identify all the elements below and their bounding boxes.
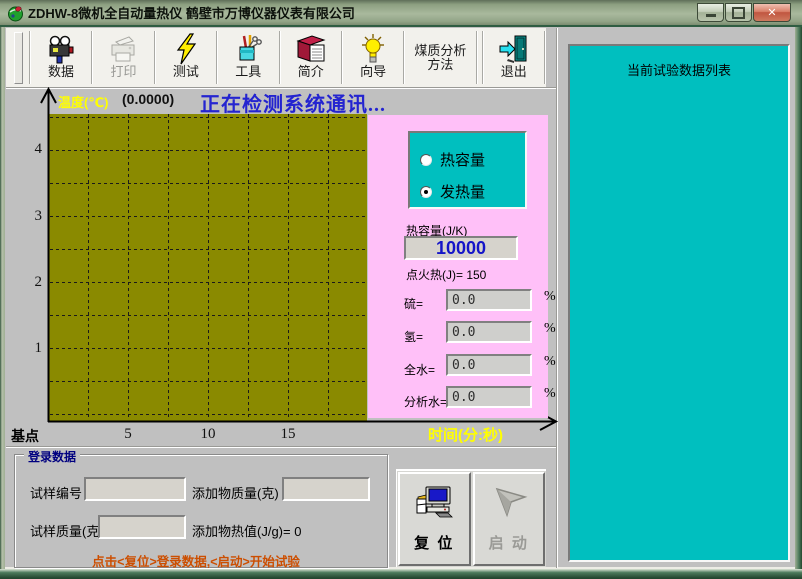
toolbar-label-exit: 退出 <box>501 65 527 79</box>
radio-calorific-value[interactable]: 发热量 <box>420 181 485 202</box>
bulb-icon <box>357 32 389 65</box>
x-tick-10: 10 <box>197 426 219 443</box>
right-panel: 当前试验数据列表 <box>559 28 795 567</box>
sample-id-label: 试样编号 <box>30 483 82 502</box>
reset-button[interactable]: 复 位 <box>398 472 471 566</box>
sulfur-unit: % <box>544 289 556 305</box>
additive-mass-input[interactable] <box>282 477 370 501</box>
sulfur-label: 硫= <box>404 295 423 312</box>
toolbar-label-test: 测试 <box>173 65 199 79</box>
toolbar-label-print: 打印 <box>110 65 136 79</box>
hydrogen-input[interactable] <box>446 321 532 343</box>
y-tick-1: 1 <box>16 340 42 357</box>
heat-capacity-input[interactable] <box>404 236 518 260</box>
camera-icon <box>45 32 77 65</box>
toolbar-button-data[interactable]: 数据 <box>31 28 91 87</box>
start-arrow-icon <box>489 485 529 526</box>
title-bar: ZDHW-8微机全自动量热仪 鹤壁市万博仪器仪表有限公司 <box>0 0 802 27</box>
window-border-right <box>795 27 802 569</box>
sample-mass-label: 试样质量(克) <box>30 521 104 540</box>
operation-hint: 点击<复位>登录数据,<启动>开始试验 <box>40 551 352 570</box>
start-button[interactable]: 启 动 <box>473 472 546 566</box>
minimize-icon <box>706 14 716 17</box>
login-group-title: 登录数据 <box>24 448 80 465</box>
maximize-icon <box>732 7 745 19</box>
notebook-icon <box>295 32 327 65</box>
close-icon: ✕ <box>767 6 776 19</box>
toolbar-button-tools[interactable]: 工具 <box>218 28 278 87</box>
hydrogen-unit: % <box>544 321 556 337</box>
toolbar-label-wizard: 向导 <box>360 65 386 79</box>
current-test-data-list[interactable]: 当前试验数据列表 <box>568 44 790 562</box>
y-tick-4: 4 <box>16 141 42 158</box>
radio-selected-icon[interactable] <box>420 186 432 198</box>
ignition-heat-text: 点火热(J)= 150 <box>406 266 486 283</box>
action-button-panel: 复 位 启 动 <box>396 469 546 567</box>
analysis-moisture-unit: % <box>544 386 556 402</box>
toolbar-label-intro: 简介 <box>298 65 324 79</box>
toolbar-button-coal-method[interactable]: 煤质分析方法 <box>405 28 475 87</box>
app-icon <box>7 5 24 22</box>
toolbar-button-wizard[interactable]: 向导 <box>343 28 403 87</box>
total-moisture-input[interactable] <box>446 354 532 376</box>
y-tick-2: 2 <box>16 274 42 291</box>
radio-heat-capacity[interactable]: 热容量 <box>420 149 485 170</box>
toolbar-label-tools: 工具 <box>235 65 261 79</box>
start-button-label: 启 动 <box>489 532 529 553</box>
x-tick-5: 5 <box>117 426 139 443</box>
toolbar-label-coal-method: 煤质分析方法 <box>411 44 469 72</box>
total-moisture-label: 全水= <box>404 361 435 378</box>
y-tick-3: 3 <box>16 208 42 225</box>
printer-icon <box>107 32 139 65</box>
window-border-bottom <box>0 569 802 579</box>
additive-mass-label: 添加物质量(克) <box>192 483 279 502</box>
x-tick-15: 15 <box>277 426 299 443</box>
window-title: ZDHW-8微机全自动量热仪 鹤壁市万博仪器仪表有限公司 <box>28 3 355 22</box>
toolbar-gripper[interactable] <box>14 32 23 84</box>
additive-heat-text: 添加物热值(J/g)= 0 <box>192 521 301 540</box>
computer-icon <box>414 485 454 526</box>
mode-selector-box: 热容量 发热量 <box>408 131 527 209</box>
tools-icon <box>232 32 264 65</box>
analysis-moisture-label: 分析水= <box>404 393 447 410</box>
hydrogen-label: 氢= <box>404 328 423 345</box>
settings-panel: 热容量 发热量 热容量(J/K) 点火热(J)= 150 硫= % 氢= % 全… <box>368 115 548 418</box>
maximize-button[interactable] <box>725 3 752 22</box>
close-button[interactable]: ✕ <box>753 3 791 22</box>
analysis-moisture-input[interactable] <box>446 386 532 408</box>
data-list-title: 当前试验数据列表 <box>570 60 788 79</box>
sample-mass-input[interactable] <box>98 515 186 539</box>
toolbar-label-data: 数据 <box>48 65 74 79</box>
time-axis-label: 时间(分:秒) <box>428 424 503 445</box>
origin-label: 基点 <box>11 426 39 446</box>
radio-unselected-icon[interactable] <box>420 154 432 166</box>
toolbar-button-print[interactable]: 打印 <box>93 28 153 87</box>
toolbar-button-intro[interactable]: 简介 <box>281 28 341 87</box>
total-moisture-unit: % <box>544 354 556 370</box>
radio-heat-capacity-label: 热容量 <box>440 149 485 170</box>
toolbar-button-exit[interactable]: 退出 <box>484 28 544 87</box>
toolbar-button-test[interactable]: 测试 <box>156 28 216 87</box>
minimize-button[interactable] <box>697 3 724 22</box>
lightning-icon <box>170 32 202 65</box>
exit-door-icon <box>498 32 530 65</box>
toolbar: 数据 打印 测试 <box>6 28 546 87</box>
section-divider <box>6 446 556 448</box>
radio-calorific-value-label: 发热量 <box>440 181 485 202</box>
sulfur-input[interactable] <box>446 289 532 311</box>
sample-id-input[interactable] <box>84 477 186 501</box>
reset-button-label: 复 位 <box>414 532 454 553</box>
